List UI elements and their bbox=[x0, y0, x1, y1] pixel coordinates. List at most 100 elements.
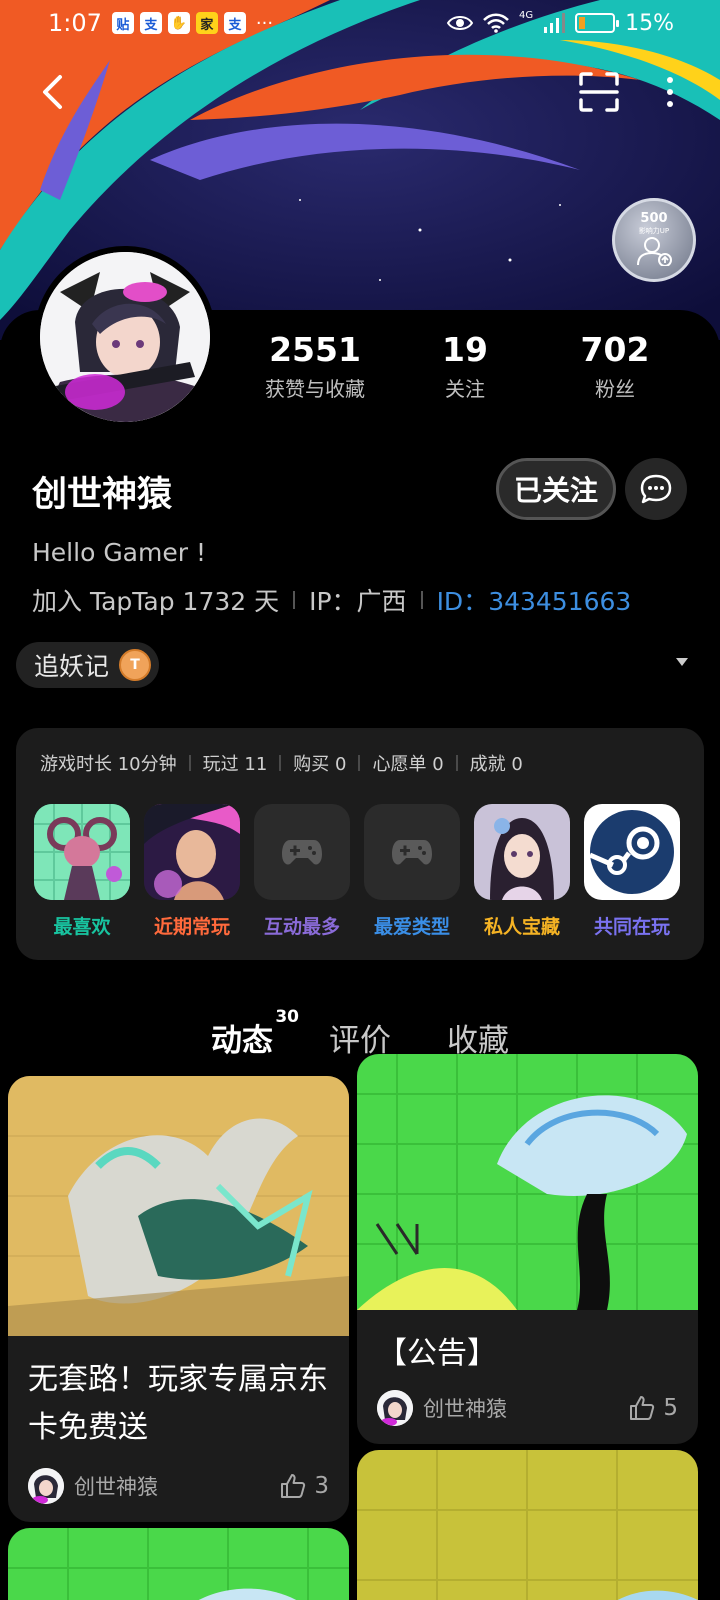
dot bbox=[667, 101, 673, 107]
post-footer: 创世神猿 5 bbox=[377, 1390, 678, 1426]
influence-badge[interactable]: 500 影响力UP bbox=[612, 198, 696, 282]
achievement-count: 成就 0 bbox=[469, 754, 523, 775]
game-thumbnail bbox=[254, 804, 350, 900]
thumbs-up-icon bbox=[281, 1474, 306, 1498]
status-bar: 1:07 贴 支 ✋ 家 支 ··· 4G 15% bbox=[0, 0, 720, 46]
top-nav bbox=[0, 64, 720, 120]
tab-posts[interactable]: 动态 30 bbox=[211, 1007, 299, 1060]
play-time: 游戏时长 10分钟 bbox=[40, 754, 177, 775]
influence-badge-caption: 影响力UP bbox=[638, 227, 670, 235]
caret-down-icon[interactable] bbox=[676, 658, 688, 666]
message-button[interactable] bbox=[625, 458, 687, 520]
tile-label: 共同在玩 bbox=[593, 916, 670, 938]
post-card[interactable]: 【公告】 创世神猿 5 bbox=[357, 1054, 698, 1444]
tile-playing-together[interactable]: 共同在玩 bbox=[584, 804, 680, 939]
author-avatar[interactable] bbox=[377, 1390, 413, 1426]
post-footer: 创世神猿 3 bbox=[28, 1468, 329, 1504]
notification-app-icon: 家 bbox=[195, 12, 218, 34]
gamepad-icon bbox=[392, 840, 432, 865]
stat-value: 19 bbox=[442, 330, 488, 369]
author-name[interactable]: 创世神猿 bbox=[423, 1393, 507, 1423]
influence-badge-value: 500 bbox=[640, 211, 668, 226]
user-id-value: 343451663 bbox=[488, 587, 632, 616]
stat-likes[interactable]: 2551 获赞与收藏 bbox=[250, 330, 380, 402]
ip-location: IP：广西 bbox=[309, 587, 407, 616]
tile-hidden-gem[interactable]: 私人宝藏 bbox=[474, 804, 570, 939]
like-count: 3 bbox=[314, 1473, 329, 1499]
post-card[interactable]: 无套路！玩家专属京东卡免费送 创世神猿 3 bbox=[8, 1076, 349, 1522]
dragon-art bbox=[8, 1076, 349, 1336]
played-count: 玩过 11 bbox=[202, 754, 268, 775]
game-thumbnail bbox=[144, 804, 240, 900]
dot bbox=[667, 77, 673, 83]
like-button[interactable]: 5 bbox=[629, 1395, 678, 1421]
game-thumbnail bbox=[584, 804, 680, 900]
scan-button[interactable] bbox=[575, 68, 623, 116]
tile-label: 最爱类型 bbox=[373, 916, 450, 938]
game-thumbnail bbox=[364, 804, 460, 900]
stat-label: 粉丝 bbox=[595, 377, 635, 401]
network-type: 4G bbox=[518, 9, 534, 21]
username: 创世神猿 bbox=[32, 475, 173, 515]
divider bbox=[455, 755, 458, 771]
tab-label: 动态 bbox=[211, 1023, 273, 1059]
author-name[interactable]: 创世神猿 bbox=[74, 1471, 158, 1501]
profile-meta: 加入 TapTap 1732 天 IP：广西 ID：343451663 bbox=[32, 582, 631, 618]
stat-label: 获赞与收藏 bbox=[265, 377, 365, 401]
game-thumbnail bbox=[474, 804, 570, 900]
alipay-icon: 支 bbox=[139, 12, 162, 34]
avatar[interactable] bbox=[34, 246, 216, 428]
game-stats-row[interactable]: 游戏时长 10分钟 玩过 11 购买 0 心愿单 0 成就 0 bbox=[40, 750, 523, 776]
medal-icon: T bbox=[119, 649, 152, 681]
notification-icons: 贴 支 ✋ 家 支 ··· bbox=[111, 12, 274, 34]
alipay-icon: 支 bbox=[223, 12, 246, 34]
like-button[interactable]: 3 bbox=[280, 1473, 329, 1499]
post-art bbox=[357, 1450, 698, 1600]
jellyfish-art bbox=[357, 1054, 698, 1310]
join-duration: 加入 TapTap 1732 天 bbox=[32, 587, 280, 616]
post-card[interactable] bbox=[8, 1528, 349, 1600]
divider bbox=[279, 755, 282, 771]
more-options-button[interactable] bbox=[650, 68, 690, 116]
tile-label: 私人宝藏 bbox=[483, 916, 560, 938]
wifi-icon bbox=[483, 13, 509, 33]
avatar-image bbox=[377, 1390, 413, 1426]
game-tag-pill[interactable]: 追妖记 T bbox=[16, 642, 160, 688]
gamepad-icon bbox=[282, 840, 322, 865]
tab-count: 30 bbox=[275, 1007, 299, 1027]
stat-value: 2551 bbox=[269, 330, 361, 369]
following-button[interactable]: 已关注 bbox=[496, 458, 616, 520]
more-notifications-icon: ··· bbox=[255, 12, 274, 34]
post-image bbox=[8, 1076, 349, 1336]
monster-art bbox=[34, 804, 130, 900]
stat-following[interactable]: 19 关注 bbox=[400, 330, 530, 402]
user-id[interactable]: ID：343451663 bbox=[437, 582, 632, 618]
signal-icon bbox=[544, 13, 566, 33]
divider bbox=[188, 755, 191, 771]
tile-label: 互动最多 bbox=[263, 916, 340, 938]
user-up-icon bbox=[637, 237, 672, 266]
hand-icon: ✋ bbox=[167, 12, 190, 34]
stat-followers[interactable]: 702 粉丝 bbox=[550, 330, 680, 402]
post-image bbox=[357, 1450, 698, 1600]
author-avatar[interactable] bbox=[28, 1468, 64, 1504]
game-summary-card: 游戏时长 10分钟 玩过 11 购买 0 心愿单 0 成就 0 最喜欢 近期常玩… bbox=[16, 728, 704, 960]
post-card[interactable] bbox=[357, 1450, 698, 1600]
avatar-image bbox=[28, 1468, 64, 1504]
back-button[interactable] bbox=[28, 68, 76, 116]
battery-icon bbox=[575, 13, 620, 33]
tile-recent[interactable]: 近期常玩 bbox=[144, 804, 240, 939]
divider bbox=[293, 591, 296, 609]
divider bbox=[420, 591, 423, 609]
wishlist-count: 心愿单 0 bbox=[372, 754, 444, 775]
tile-most-interactive[interactable]: 互动最多 bbox=[254, 804, 350, 939]
thumbs-up-icon bbox=[630, 1396, 655, 1420]
eye-icon bbox=[446, 16, 473, 30]
post-image bbox=[357, 1054, 698, 1310]
post-title: 无套路！玩家专属京东卡免费送 bbox=[28, 1362, 328, 1445]
purchased-count: 购买 0 bbox=[293, 754, 347, 775]
profile-stats: 2551 获赞与收藏 19 关注 702 粉丝 bbox=[250, 330, 680, 402]
tile-favorite-genre[interactable]: 最爱类型 bbox=[364, 804, 460, 939]
battery-percent: 15% bbox=[625, 10, 674, 36]
tile-favorite[interactable]: 最喜欢 bbox=[34, 804, 130, 939]
